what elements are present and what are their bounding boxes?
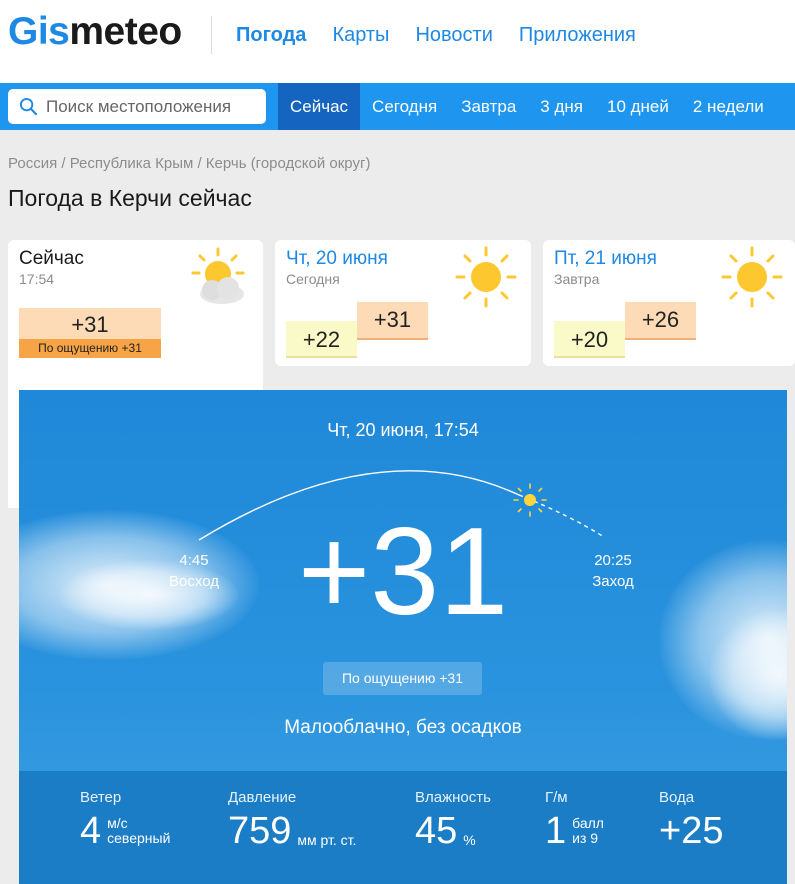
today-card[interactable]: Чт, 20 июня Сегодня +22 +31 xyxy=(275,240,531,366)
search-box[interactable] xyxy=(8,89,266,124)
stat-geomagnetic-unit: балл xyxy=(572,815,604,831)
now-temp-value: +31 xyxy=(71,312,109,337)
stat-humidity: Влажность 45 % xyxy=(415,789,491,852)
stat-wind-direction: северный xyxy=(107,830,171,846)
today-card-sub: Сегодня xyxy=(286,271,340,287)
main-nav: Погода Карты Новости Приложения xyxy=(236,24,662,47)
now-temp-box: +31 По ощущению +31 xyxy=(19,308,161,358)
stat-water-value: +25 xyxy=(659,810,724,852)
stat-geomagnetic-value: 1 xyxy=(545,810,567,852)
stat-pressure-value: 759 xyxy=(228,810,292,852)
header-divider xyxy=(211,16,212,54)
hero-feels-like: По ощущению +31 xyxy=(323,662,482,695)
stat-wind-unit: м/с xyxy=(107,815,128,831)
nav-news-link[interactable]: Новости xyxy=(415,24,492,47)
tomorrow-card-sub: Завтра xyxy=(554,271,600,287)
weather-condition: Малооблачно, без осадков xyxy=(284,717,522,738)
logo-meteo: meteo xyxy=(69,10,182,53)
nav-maps-link[interactable]: Карты xyxy=(332,24,389,47)
current-weather-panel: Чт, 20 июня, 17:54 4:45 Восход 20:25 Зах… xyxy=(19,390,787,884)
now-feels-like: По ощущению +31 xyxy=(19,339,161,358)
gismeteo-logo[interactable]: Gismeteo xyxy=(8,10,182,54)
sun-icon xyxy=(455,246,517,308)
nav-weather-link[interactable]: Погода xyxy=(236,24,306,47)
tab-tomorrow[interactable]: Завтра xyxy=(449,83,528,130)
stat-humidity-label: Влажность xyxy=(415,789,491,806)
today-card-title: Чт, 20 июня xyxy=(286,248,388,269)
stat-pressure: Давление 759 мм рт. ст. xyxy=(228,789,356,852)
logo-gis: Gis xyxy=(8,10,70,53)
today-low-temp: +22 xyxy=(286,321,357,358)
forecast-tabs: Сейчас Сегодня Завтра 3 дня 10 дней 2 не… xyxy=(278,83,776,130)
tomorrow-card[interactable]: Пт, 21 июня Завтра +20 +26 xyxy=(543,240,795,366)
top-header: Gismeteo Погода Карты Новости Приложения xyxy=(0,0,795,83)
sun-cloud-icon xyxy=(191,247,245,304)
tomorrow-low-temp: +20 xyxy=(554,321,625,358)
tab-today[interactable]: Сегодня xyxy=(360,83,449,130)
sun-icon xyxy=(721,246,783,308)
tomorrow-card-title: Пт, 21 июня xyxy=(554,248,657,269)
search-icon xyxy=(19,97,38,116)
weather-stats-bar: Ветер 4 м/с северный Давление 759 мм рт.… xyxy=(19,771,787,884)
search-input[interactable] xyxy=(46,89,260,124)
tab-2-weeks[interactable]: 2 недели xyxy=(681,83,776,130)
stat-geomagnetic: Г/м 1 балл из 9 xyxy=(545,789,604,852)
content-area: Россия / Республика Крым / Керчь (городс… xyxy=(0,130,795,884)
stat-pressure-label: Давление xyxy=(228,789,297,806)
stat-wind-label: Ветер xyxy=(80,789,122,806)
stat-humidity-unit: % xyxy=(463,832,476,848)
forecast-nav-bar: Сейчас Сегодня Завтра 3 дня 10 дней 2 не… xyxy=(0,83,795,130)
now-card-title: Сейчас xyxy=(19,248,84,269)
stat-geomagnetic-scale: из 9 xyxy=(572,830,599,846)
tab-10-days[interactable]: 10 дней xyxy=(595,83,681,130)
stat-humidity-value: 45 xyxy=(415,810,458,852)
stat-water: Вода +25 xyxy=(659,789,723,852)
tomorrow-high-temp: +26 xyxy=(625,302,696,340)
breadcrumb[interactable]: Россия / Республика Крым / Керчь (городс… xyxy=(8,155,370,172)
tab-now[interactable]: Сейчас xyxy=(278,83,361,130)
stat-wind-value: 4 xyxy=(80,810,102,852)
stat-wind: Ветер 4 м/с северный xyxy=(80,789,170,852)
today-high-temp: +31 xyxy=(357,302,428,340)
hero-temperature: +31 xyxy=(297,503,509,641)
stat-geomagnetic-label: Г/м xyxy=(545,789,568,806)
nav-apps-link[interactable]: Приложения xyxy=(519,24,636,47)
page-title: Погода в Керчи сейчас xyxy=(8,185,252,211)
tab-3-days[interactable]: 3 дня xyxy=(528,83,595,130)
now-card-time: 17:54 xyxy=(19,271,55,287)
stat-pressure-unit: мм рт. ст. xyxy=(297,832,357,848)
stat-water-label: Вода xyxy=(659,789,695,806)
